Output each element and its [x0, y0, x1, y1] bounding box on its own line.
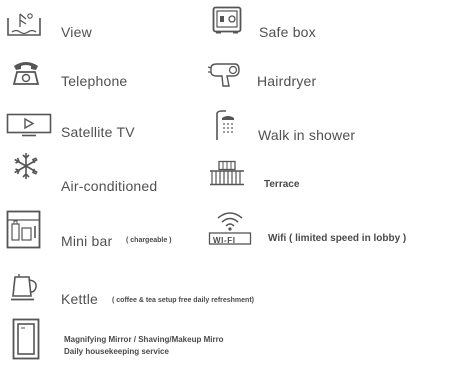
terrace-label: Terrace	[264, 179, 300, 190]
snowflake-icon	[12, 152, 40, 180]
mirror-label: Magnifying Mirror / Shaving/Makeup Mirro	[64, 335, 224, 344]
wifi-label: Wifi ( limited speed in lobby )	[268, 233, 407, 244]
mini-bar-note: ( chargeable )	[126, 237, 172, 244]
hairdryer-label: Hairdryer	[257, 73, 317, 89]
tv-icon	[6, 113, 52, 137]
air-conditioned-label: Air-conditioned	[61, 178, 158, 194]
kettle-label: Kettle	[61, 291, 98, 307]
satellite-tv-label: Satellite TV	[61, 124, 135, 140]
mirror-icon	[12, 318, 40, 360]
telephone-icon	[12, 60, 40, 86]
safe-icon	[212, 6, 242, 34]
view-label: View	[61, 24, 92, 40]
view-icon	[6, 10, 42, 38]
mini-bar-label: Mini bar	[61, 233, 113, 249]
terrace-icon	[209, 160, 245, 186]
walk-in-shower-label: Walk in shower	[258, 127, 356, 143]
kettle-note: ( coffee & tea setup free daily refreshm…	[112, 297, 254, 304]
minibar-icon	[6, 210, 46, 250]
shower-icon	[214, 110, 238, 142]
wifi-badge: WI-FI	[213, 236, 236, 245]
telephone-label: Telephone	[61, 73, 128, 89]
kettle-icon	[10, 272, 40, 302]
housekeeping-label: Daily housekeeping service	[64, 347, 169, 356]
hairdryer-icon	[207, 62, 243, 88]
safe-box-label: Safe box	[259, 24, 316, 40]
